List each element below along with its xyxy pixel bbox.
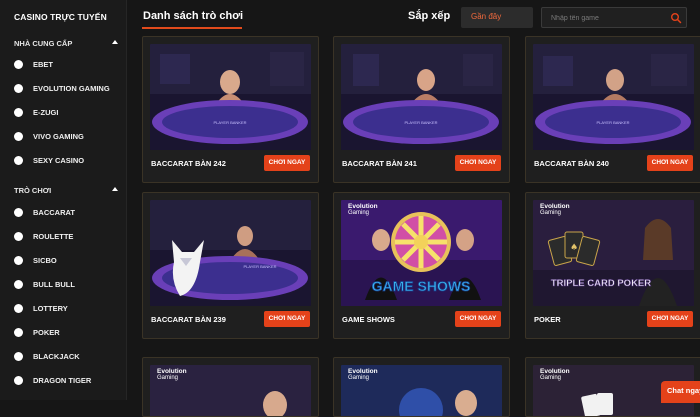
svg-text:♠: ♠ — [570, 243, 578, 253]
play-now-button[interactable]: CHƠI NGAY — [647, 155, 693, 171]
radio-icon[interactable] — [14, 327, 23, 337]
sort-select[interactable]: Gần đây — [461, 7, 533, 28]
search-box — [541, 7, 687, 28]
provider-item-sexy[interactable]: SEXY CASINO — [14, 154, 84, 166]
provider-item-evolution[interactable]: EVOLUTION GAMING — [14, 82, 110, 94]
radio-icon[interactable] — [14, 207, 23, 217]
game-label: POKER — [33, 327, 60, 337]
search-input[interactable] — [551, 12, 671, 24]
game-name: GAME SHOWS — [342, 315, 395, 324]
play-now-button[interactable]: CHƠI NGAY — [264, 311, 310, 327]
provider-label: EBET — [33, 59, 54, 69]
radio-icon[interactable] — [14, 375, 23, 385]
game-label: DRAGON TIGER — [33, 375, 92, 385]
providers-heading[interactable]: NHÀ CUNG CẤP — [14, 39, 118, 48]
radio-icon[interactable] — [14, 59, 23, 69]
provider-item-ebet[interactable]: EBET — [14, 58, 53, 70]
game-thumbnail[interactable]: PLAYER BANKER — [341, 44, 502, 150]
game-card[interactable]: ♠ TRIPLE CARD POKER Evolution Gaming POKE… — [525, 192, 700, 339]
radio-icon[interactable] — [14, 83, 23, 93]
games-heading-label: TRÒ CHƠI — [14, 186, 52, 195]
radio-icon[interactable] — [14, 279, 23, 289]
game-name: BACCARAT BÀN 239 — [151, 315, 226, 324]
games-heading[interactable]: TRÒ CHƠI — [14, 186, 118, 195]
play-now-button[interactable]: CHƠI NGAY — [647, 311, 693, 327]
game-card[interactable]: PLAYER BANKER BACCARAT BÀN 242 CHƠI NGAY — [142, 36, 319, 183]
radio-icon[interactable] — [14, 107, 23, 117]
play-now-button[interactable]: CHƠI NGAY — [264, 155, 310, 171]
game-name: POKER — [534, 315, 561, 324]
game-name: BACCARAT BÀN 240 — [534, 159, 609, 168]
table-label: PLAYER BANKER — [404, 120, 437, 125]
provider-item-ezugi[interactable]: E-ZUGI — [14, 106, 58, 118]
game-thumbnail[interactable]: Evolution Gaming — [341, 365, 502, 416]
provider-item-vivo[interactable]: VIVO GAMING — [14, 130, 84, 142]
evolution-logo: Evolution Gaming — [540, 203, 570, 216]
game-shows-title: GAME SHOWS — [372, 278, 471, 294]
evolution-logo: Evolution Gaming — [348, 203, 378, 216]
sidebar-title: CASINO TRỰC TUYẾN — [14, 12, 107, 22]
game-thumbnail[interactable]: PLAYER BANKER — [150, 44, 311, 150]
game-item-dragontiger[interactable]: DRAGON TIGER — [14, 374, 91, 386]
table-label: PLAYER BANKER — [596, 120, 629, 125]
radio-icon[interactable] — [14, 255, 23, 265]
game-label: BLACKJACK — [33, 351, 80, 361]
game-label: LOTTERY — [33, 303, 68, 313]
caret-up-icon[interactable] — [112, 187, 118, 191]
game-label: SICBO — [33, 255, 57, 265]
table-label: PLAYER BANKER — [213, 120, 246, 125]
caret-up-icon[interactable] — [112, 40, 118, 44]
page-title: Danh sách trò chơi — [143, 10, 244, 22]
radio-icon[interactable] — [14, 351, 23, 361]
game-thumbnail[interactable]: PLAYER BANKER — [150, 200, 311, 306]
game-thumbnail[interactable]: GAME SHOWS Evolution Gaming — [341, 200, 502, 306]
table-label: PLAYER BANKER — [243, 264, 276, 269]
game-card[interactable]: PLAYER BANKER BACCARAT BÀN 241 CHƠI NGAY — [333, 36, 510, 183]
radio-icon[interactable] — [14, 155, 23, 165]
providers-heading-label: NHÀ CUNG CẤP — [14, 39, 73, 48]
game-card[interactable]: PLAYER BANKER BACCARAT BÀN 240 CHƠI NGAY — [525, 36, 700, 183]
title-underline — [142, 27, 242, 29]
game-name: BACCARAT BÀN 242 — [151, 159, 226, 168]
game-item-sicbo[interactable]: SICBO — [14, 254, 57, 266]
game-thumbnail[interactable]: Evolution Gaming — [150, 365, 311, 416]
play-now-button[interactable]: CHƠI NGAY — [455, 155, 501, 171]
sidebar: CASINO TRỰC TUYẾN NHÀ CUNG CẤP EBET EVOL… — [0, 0, 127, 400]
search-icon[interactable] — [670, 12, 682, 24]
game-item-baccarat[interactable]: BACCARAT — [14, 206, 75, 218]
game-item-lottery[interactable]: LOTTERY — [14, 302, 68, 314]
game-label: BULL BULL — [33, 279, 75, 289]
provider-label: E-ZUGI — [33, 107, 59, 117]
radio-icon[interactable] — [14, 303, 23, 313]
game-label: BACCARAT — [33, 207, 75, 217]
game-item-roulette[interactable]: ROULETTE — [14, 230, 73, 242]
game-label: ROULETTE — [33, 231, 74, 241]
game-card[interactable]: PLAYER BANKER BACCARAT BÀN 239 CHƠI NGAY — [142, 192, 319, 339]
provider-label: VIVO GAMING — [33, 131, 84, 141]
radio-icon[interactable] — [14, 131, 23, 141]
game-item-blackjack[interactable]: BLACKJACK — [14, 350, 80, 362]
sort-value: Gần đây — [471, 12, 502, 21]
play-now-button[interactable]: CHƠI NGAY — [455, 311, 501, 327]
provider-label: EVOLUTION GAMING — [33, 83, 110, 93]
sort-label: Sắp xếp — [408, 10, 451, 22]
game-item-poker[interactable]: POKER — [14, 326, 60, 338]
game-thumbnail[interactable]: PLAYER BANKER — [533, 44, 694, 150]
game-item-bullbull[interactable]: BULL BULL — [14, 278, 75, 290]
game-card[interactable]: Evolution Gaming — [142, 357, 319, 417]
triple-card-poker-title: TRIPLE CARD POKER — [551, 278, 651, 289]
game-card[interactable]: Evolution Gaming — [333, 357, 510, 417]
game-thumbnail[interactable]: ♠ TRIPLE CARD POKER Evolution Gaming — [533, 200, 694, 306]
game-card[interactable]: GAME SHOWS Evolution Gaming GAME SHOWS CH… — [333, 192, 510, 339]
radio-icon[interactable] — [14, 231, 23, 241]
game-name: BACCARAT BÀN 241 — [342, 159, 417, 168]
provider-label: SEXY CASINO — [33, 155, 85, 165]
